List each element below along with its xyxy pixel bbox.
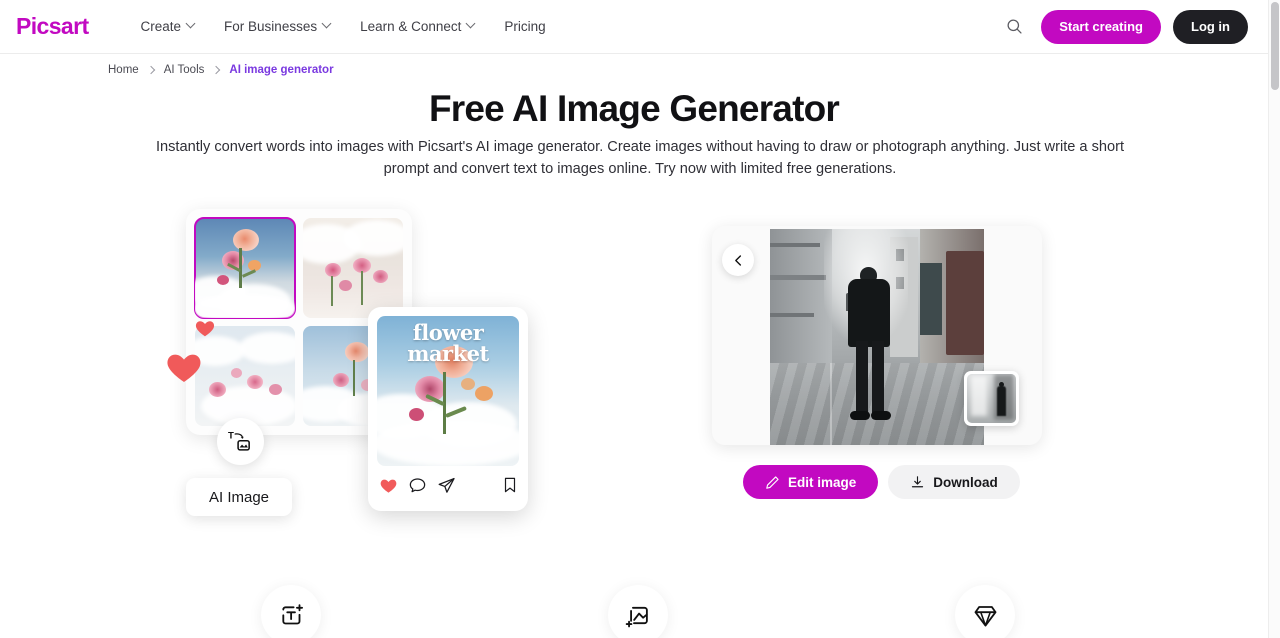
login-button[interactable]: Log in [1173, 9, 1248, 44]
header-actions: Start creating Log in [999, 9, 1248, 44]
comment-icon[interactable] [408, 476, 427, 495]
page-title: Free AI Image Generator [429, 88, 840, 129]
feature-add-image[interactable] [608, 585, 668, 638]
download-icon [912, 475, 924, 487]
social-post-card: flower market [368, 307, 528, 511]
main-nav: Create For Businesses Learn & Connect Pr… [127, 13, 560, 40]
floating-heart-icon-large [167, 354, 201, 382]
page-scrollbar[interactable] [1268, 0, 1280, 638]
download-button[interactable]: Download [888, 465, 1020, 499]
post-action-bar [377, 466, 519, 504]
start-creating-button[interactable]: Start creating [1041, 9, 1161, 44]
diamond-icon [974, 605, 996, 626]
add-text-icon [281, 603, 303, 624]
nav-label: Create [140, 19, 182, 34]
ai-image-label: AI Image [186, 478, 292, 516]
carousel-thumbnail[interactable] [964, 371, 1019, 426]
heart-icon[interactable] [379, 476, 398, 495]
breadcrumb-item-current: AI image generator [229, 64, 334, 76]
nav-item-for-businesses[interactable]: For Businesses [210, 13, 346, 40]
image-actions: Edit image Download [743, 465, 1020, 499]
chevron-right-icon [148, 67, 155, 74]
hero-illustrations: T AI Image flower market Edit image Down… [0, 200, 1268, 530]
nav-item-pricing[interactable]: Pricing [490, 13, 559, 40]
nav-label: Learn & Connect [360, 19, 462, 34]
nav-label: Pricing [504, 19, 546, 34]
carousel-thumbnail-image [967, 374, 1016, 423]
text-to-image-icon: T [228, 431, 250, 451]
scrollbar-thumb[interactable] [1271, 2, 1279, 90]
add-image-icon [625, 606, 648, 627]
post-caption-line2: market [407, 341, 489, 366]
bookmark-icon[interactable] [501, 476, 519, 494]
picsart-logo[interactable]: Picsart [16, 13, 89, 40]
feature-icons-row [0, 585, 1268, 638]
floating-heart-icon-small [195, 321, 215, 337]
grid-thumbnail-selected[interactable] [194, 217, 296, 319]
share-icon[interactable] [437, 476, 456, 495]
pencil-icon [766, 475, 779, 489]
right-illustration: Edit image Download [712, 226, 1042, 514]
page-subtitle: Instantly convert words into images with… [155, 139, 1125, 177]
site-header: Picsart Create For Businesses Learn & Co… [0, 0, 1268, 54]
carousel-prev-button[interactable] [722, 244, 754, 276]
image-preview-card [712, 226, 1042, 445]
breadcrumb-item-home[interactable]: Home [108, 64, 139, 76]
chevron-down-icon [323, 20, 332, 29]
edit-image-button[interactable]: Edit image [743, 465, 879, 499]
breadcrumb-item-ai-tools[interactable]: AI Tools [164, 64, 205, 76]
search-button[interactable] [999, 12, 1029, 42]
grid-thumbnail[interactable] [303, 218, 403, 318]
search-icon [1007, 19, 1022, 34]
chevron-right-icon [213, 67, 220, 74]
post-caption-line1: flower [412, 320, 484, 345]
chevron-down-icon [467, 20, 476, 29]
nav-item-create[interactable]: Create [127, 13, 211, 40]
breadcrumb: Home AI Tools AI image generator [108, 64, 334, 76]
grid-thumbnail[interactable] [195, 326, 295, 426]
post-image: flower market [377, 316, 519, 466]
svg-text:T: T [228, 431, 234, 442]
edit-image-label: Edit image [788, 474, 857, 490]
text-to-image-badge: T [217, 418, 264, 465]
chevron-left-icon [734, 254, 741, 266]
feature-premium[interactable] [955, 585, 1015, 638]
generated-image [770, 229, 984, 445]
nav-label: For Businesses [224, 19, 318, 34]
chevron-down-icon [187, 20, 196, 29]
download-label: Download [933, 474, 998, 490]
feature-add-text[interactable] [261, 585, 321, 638]
nav-item-learn-connect[interactable]: Learn & Connect [346, 13, 490, 40]
post-caption: flower market [377, 322, 519, 364]
left-illustration: T AI Image flower market [167, 209, 528, 516]
